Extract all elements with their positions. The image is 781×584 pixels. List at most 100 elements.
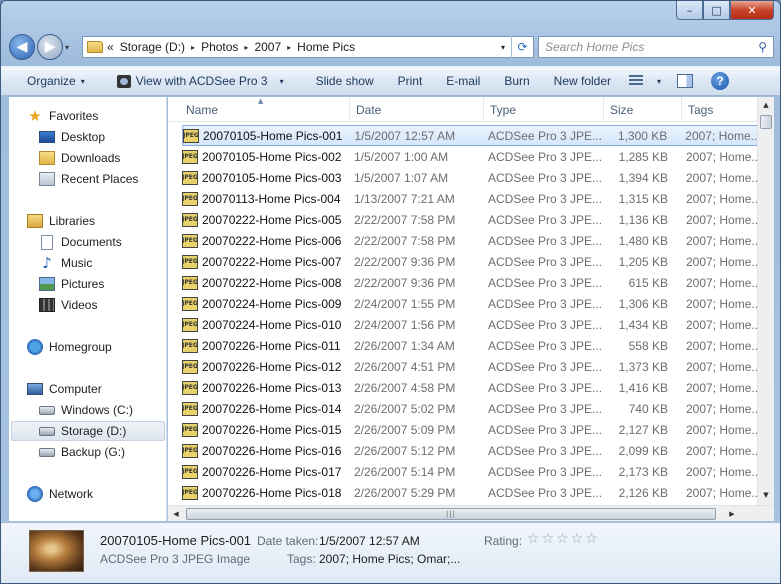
burn-button[interactable]: Burn — [492, 66, 541, 96]
table-row[interactable]: JPEG 20070105-Home Pics-001 1/5/2007 12:57… — [182, 125, 758, 146]
table-row[interactable]: JPEG 20070105-Home Pics-003 1/5/2007 1:07 … — [182, 167, 758, 188]
jpeg-file-icon: JPEG — [182, 254, 198, 269]
breadcrumb-2007[interactable]: 2007 — [254, 40, 281, 54]
column-header-type[interactable]: Type — [484, 97, 604, 122]
column-header-tags[interactable]: Tags — [682, 97, 758, 122]
vertical-scroll-thumb[interactable] — [760, 115, 772, 129]
help-button[interactable]: ? — [703, 66, 737, 96]
table-row[interactable]: JPEG 20070105-Home Pics-002 1/5/2007 1:00 … — [182, 146, 758, 167]
search-input[interactable]: Search Home Pics ⚲ — [538, 36, 774, 58]
vertical-scrollbar[interactable]: ▲ ▼ — [757, 97, 774, 505]
breadcrumb-arrow-icon[interactable]: ▸ — [287, 43, 291, 52]
computer-icon — [27, 383, 43, 395]
file-type: ACDSee Pro 3 JPE... — [488, 170, 602, 185]
nav-downloads[interactable]: Downloads — [39, 148, 159, 168]
table-row[interactable]: JPEG 20070222-Home Pics-006 2/22/2007 7:58… — [182, 230, 758, 251]
table-row[interactable]: JPEG 20070226-Home Pics-013 2/26/2007 4:58… — [182, 377, 758, 398]
file-name-cell: JPEG 20070226-Home Pics-016 — [182, 440, 348, 461]
tags-value[interactable]: 2007; Home Pics; Omar;... — [319, 552, 460, 566]
file-type: ACDSee Pro 3 JPE... — [488, 464, 602, 479]
forward-button[interactable]: ▶ — [37, 34, 63, 60]
breadcrumb-storage[interactable]: Storage (D:) — [120, 40, 185, 54]
sort-ascending-icon: ▲ — [258, 97, 264, 105]
table-row[interactable]: JPEG 20070226-Home Pics-012 2/26/2007 4:51… — [182, 356, 758, 377]
table-row[interactable]: JPEG 20070226-Home Pics-016 2/26/2007 5:12… — [182, 440, 758, 461]
nav-windows-c[interactable]: Windows (C:) — [39, 400, 159, 420]
new-folder-button[interactable]: New folder — [542, 66, 623, 96]
column-header-name[interactable]: Name ▲ — [168, 97, 350, 122]
view-with-button[interactable]: View with ACDSee Pro 3 ▾ — [97, 66, 296, 96]
table-row[interactable]: JPEG 20070226-Home Pics-018 2/26/2007 5:29… — [182, 482, 758, 503]
file-size: 2,126 KB — [618, 485, 668, 500]
file-tags: 2007; Home... — [686, 464, 758, 479]
address-dropdown-icon[interactable]: ▾ — [495, 37, 511, 57]
nav-network[interactable]: Network — [27, 484, 157, 504]
close-button[interactable]: ✕ — [730, 1, 774, 20]
column-header-size[interactable]: Size — [604, 97, 682, 122]
nav-documents[interactable]: Documents — [39, 232, 159, 252]
jpeg-file-icon: JPEG — [182, 443, 198, 458]
tags-label: Tags: — [287, 552, 316, 566]
back-button[interactable]: ◀ — [9, 34, 35, 60]
file-name-cell: JPEG 20070226-Home Pics-014 — [182, 398, 348, 419]
minimize-button[interactable]: – — [676, 1, 703, 20]
nav-storage-d[interactable]: Storage (D:) — [11, 421, 165, 441]
file-type: ACDSee Pro 3 JPE... — [488, 422, 602, 437]
search-icon[interactable]: ⚲ — [758, 40, 767, 54]
refresh-icon[interactable]: ⟳ — [511, 36, 533, 58]
address-bar[interactable]: « Storage (D:) ▸ Photos ▸ 2007 ▸ Home Pi… — [82, 36, 534, 58]
table-row[interactable]: JPEG 20070222-Home Pics-007 2/22/2007 9:36… — [182, 251, 758, 272]
table-row[interactable]: JPEG 20070226-Home Pics-015 2/26/2007 5:09… — [182, 419, 758, 440]
change-view-button[interactable]: ▾ — [623, 66, 667, 96]
breadcrumb-photos[interactable]: Photos — [201, 40, 238, 54]
preview-pane-button[interactable] — [667, 66, 703, 96]
breadcrumb-arrow-icon[interactable]: ▸ — [244, 43, 248, 52]
date-taken-value[interactable]: 1/5/2007 12:57 AM — [319, 534, 420, 548]
table-row[interactable]: JPEG 20070226-Home Pics-011 2/26/2007 1:34… — [182, 335, 758, 356]
nav-favorites[interactable]: ★ Favorites — [27, 106, 157, 126]
horizontal-scrollbar[interactable]: ◀ ||| ▶ — [168, 505, 774, 521]
nav-libraries[interactable]: Libraries — [27, 211, 157, 231]
nav-computer[interactable]: Computer — [27, 379, 157, 399]
nav-music[interactable]: ♪ Music — [39, 253, 159, 273]
jpeg-file-icon: JPEG — [182, 233, 198, 248]
file-date: 2/26/2007 5:29 PM — [354, 485, 456, 500]
scroll-down-icon[interactable]: ▼ — [758, 487, 774, 503]
file-tags: 2007; Home... — [686, 422, 758, 437]
scroll-right-icon[interactable]: ▶ — [724, 506, 740, 521]
breadcrumb-home-pics[interactable]: Home Pics — [297, 40, 355, 54]
recent-pages-dropdown[interactable]: ▾ — [65, 43, 77, 52]
file-date: 1/13/2007 7:21 AM — [354, 191, 455, 206]
maximize-button[interactable]: □ — [703, 1, 730, 20]
recent-places-icon — [39, 172, 55, 186]
rating-stars[interactable]: ☆☆☆☆☆ — [527, 531, 600, 547]
scroll-left-icon[interactable]: ◀ — [168, 506, 184, 521]
file-size: 2,127 KB — [618, 422, 668, 437]
table-row[interactable]: JPEG 20070226-Home Pics-014 2/26/2007 5:02… — [182, 398, 758, 419]
table-row[interactable]: JPEG 20070222-Home Pics-005 2/22/2007 7:58… — [182, 209, 758, 230]
file-tags: 2007; Home... — [686, 233, 758, 248]
print-button[interactable]: Print — [386, 66, 435, 96]
file-size: 1,136 KB — [618, 212, 668, 227]
slideshow-button[interactable]: Slide show — [296, 66, 386, 96]
nav-desktop[interactable]: Desktop — [39, 127, 159, 147]
table-row[interactable]: JPEG 20070224-Home Pics-010 2/24/2007 1:56… — [182, 314, 758, 335]
column-header-date[interactable]: Date — [350, 97, 484, 122]
nav-pictures[interactable]: Pictures — [39, 274, 159, 294]
organize-button[interactable]: Organize ▾ — [1, 66, 97, 96]
nav-videos[interactable]: Videos — [39, 295, 159, 315]
horizontal-scroll-thumb[interactable]: ||| — [186, 508, 716, 520]
address-overflow[interactable]: « — [107, 40, 114, 54]
table-row[interactable]: JPEG 20070224-Home Pics-009 2/24/2007 1:55… — [182, 293, 758, 314]
table-row[interactable]: JPEG 20070222-Home Pics-008 2/22/2007 9:36… — [182, 272, 758, 293]
table-row[interactable]: JPEG 20070113-Home Pics-004 1/13/2007 7:21… — [182, 188, 758, 209]
breadcrumb-arrow-icon[interactable]: ▸ — [191, 43, 195, 52]
nav-recent-places[interactable]: Recent Places — [39, 169, 159, 189]
email-button[interactable]: E-mail — [434, 66, 492, 96]
jpeg-file-icon: JPEG — [182, 359, 198, 374]
nav-homegroup[interactable]: Homegroup — [27, 337, 157, 357]
table-row[interactable]: JPEG 20070226-Home Pics-017 2/26/2007 5:14… — [182, 461, 758, 482]
nav-backup-g[interactable]: Backup (G:) — [39, 442, 159, 462]
chevron-down-icon: ▾ — [279, 76, 284, 86]
scroll-up-icon[interactable]: ▲ — [758, 97, 774, 113]
